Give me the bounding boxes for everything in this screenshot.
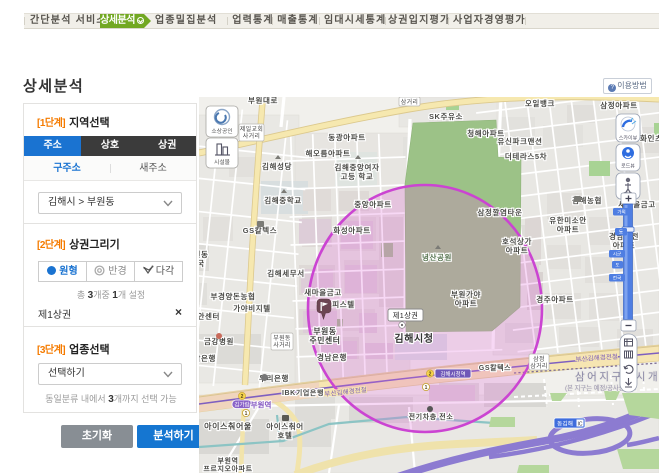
svg-text:부원대로: 부원대로 [248,97,278,105]
svg-text:IC: IC [578,422,583,428]
svg-text:동광아파트: 동광아파트 [328,132,366,142]
svg-text:삼정: 삼정 [533,355,545,363]
svg-text:동김해: 동김해 [557,420,573,428]
svg-text:더테라스5차: 더테라스5차 [505,151,547,161]
svg-text:해오름아파트: 해오름아파트 [306,148,351,158]
svg-text:2: 2 [429,372,432,378]
svg-text:부원역: 부원역 [251,400,272,410]
svg-text:1: 1 [425,385,428,391]
svg-text:아파트: 아파트 [506,245,529,255]
svg-text:SK주유소: SK주유소 [429,112,463,121]
svg-text:호텔: 호텔 [278,430,293,440]
svg-text:화인츠빌: 화인츠빌 [640,133,659,143]
svg-text:김해성당: 김해성당 [262,161,292,171]
svg-text:김해중앙여자: 김해중앙여자 [335,162,380,172]
svg-text:녕산공원: 녕산공원 [422,252,452,262]
svg-text:김해세무서: 김해세무서 [267,268,305,278]
svg-text:호석상가: 호석상가 [502,236,532,246]
svg-text:아이스춰어: 아이스춰어 [266,421,304,431]
svg-text:삼정깔염타운: 삼정깔염타운 [478,207,523,217]
svg-text:삼정아파트: 삼정아파트 [600,100,638,110]
svg-text:사거리: 사거리 [273,341,290,349]
svg-text:김해중학교: 김해중학교 [264,195,302,205]
svg-text:부원동: 부원동 [313,326,336,336]
svg-text:전기차충 전소: 전기차충 전소 [409,412,454,421]
svg-text:유신파크맨션: 유신파크맨션 [498,136,543,146]
svg-text:부원가야: 부원가야 [451,289,481,299]
svg-text:고등 학교: 고등 학교 [341,171,374,181]
svg-text:아이스춰어울: 아이스춰어울 [204,421,252,431]
svg-text:동: 동 [619,230,623,235]
svg-text:GS칼텍스: GS칼텍스 [479,363,511,372]
svg-text:김가람: 김가람 [234,401,249,409]
svg-text:삼어지구도시개발: 삼어지구도시개발 [575,371,659,383]
svg-text:2: 2 [241,394,244,400]
svg-text:김해시청역: 김해시청역 [440,370,465,378]
svg-text:삼거리: 삼거리 [401,98,418,106]
svg-text:부원역: 부원역 [217,456,238,465]
svg-text:새마을금고: 새마을금고 [304,287,342,297]
svg-text:화성아파트: 화성아파트 [333,225,371,235]
svg-text:중앙아파트: 중앙아파트 [354,199,392,209]
svg-text:아파트: 아파트 [557,224,580,234]
svg-text:치안센터: 치안센터 [199,311,220,321]
svg-text:시군: 시군 [613,252,621,257]
svg-text:스카이뷰: 스카이뷰 [619,135,638,142]
svg-text:IBK기업은행: IBK기업은행 [282,388,324,397]
svg-text:삼거리: 삼거리 [530,362,547,370]
svg-text:경남은행: 경남은행 [199,353,216,363]
svg-text:국: 국 [199,259,205,268]
svg-text:아파트: 아파트 [455,298,478,308]
svg-text:주민센터: 주민센터 [309,335,340,345]
svg-text:가야비지텔: 가야비지텔 [233,303,271,313]
svg-text:김해시청: 김해시청 [394,332,433,345]
svg-text:가외: 가외 [617,209,625,216]
svg-text:경주아파트: 경주아파트 [536,294,574,304]
svg-text:제일교회: 제일교회 [240,125,263,133]
svg-text:로드뷰: 로드뷰 [621,164,635,170]
svg-text:경남은행: 경남은행 [317,352,347,362]
svg-text:시설물: 시설물 [214,158,231,166]
svg-text:도: 도 [615,263,619,268]
svg-text:부원동: 부원동 [273,334,291,342]
svg-text:부경양돈농협: 부경양돈농협 [211,291,256,301]
svg-text:전국: 전국 [613,275,621,282]
svg-text:유한미소안: 유한미소안 [549,215,587,225]
svg-text:소상공인: 소상공인 [211,127,232,135]
svg-text:원동: 원동 [199,249,209,259]
svg-text:1: 1 [245,411,248,417]
svg-text:프르지오아파트: 프르지오아파트 [203,464,252,473]
svg-text:제1상권: 제1상권 [393,311,418,320]
svg-text:오일뱅크: 오일뱅크 [525,98,555,108]
svg-text:사거리: 사거리 [243,132,260,140]
